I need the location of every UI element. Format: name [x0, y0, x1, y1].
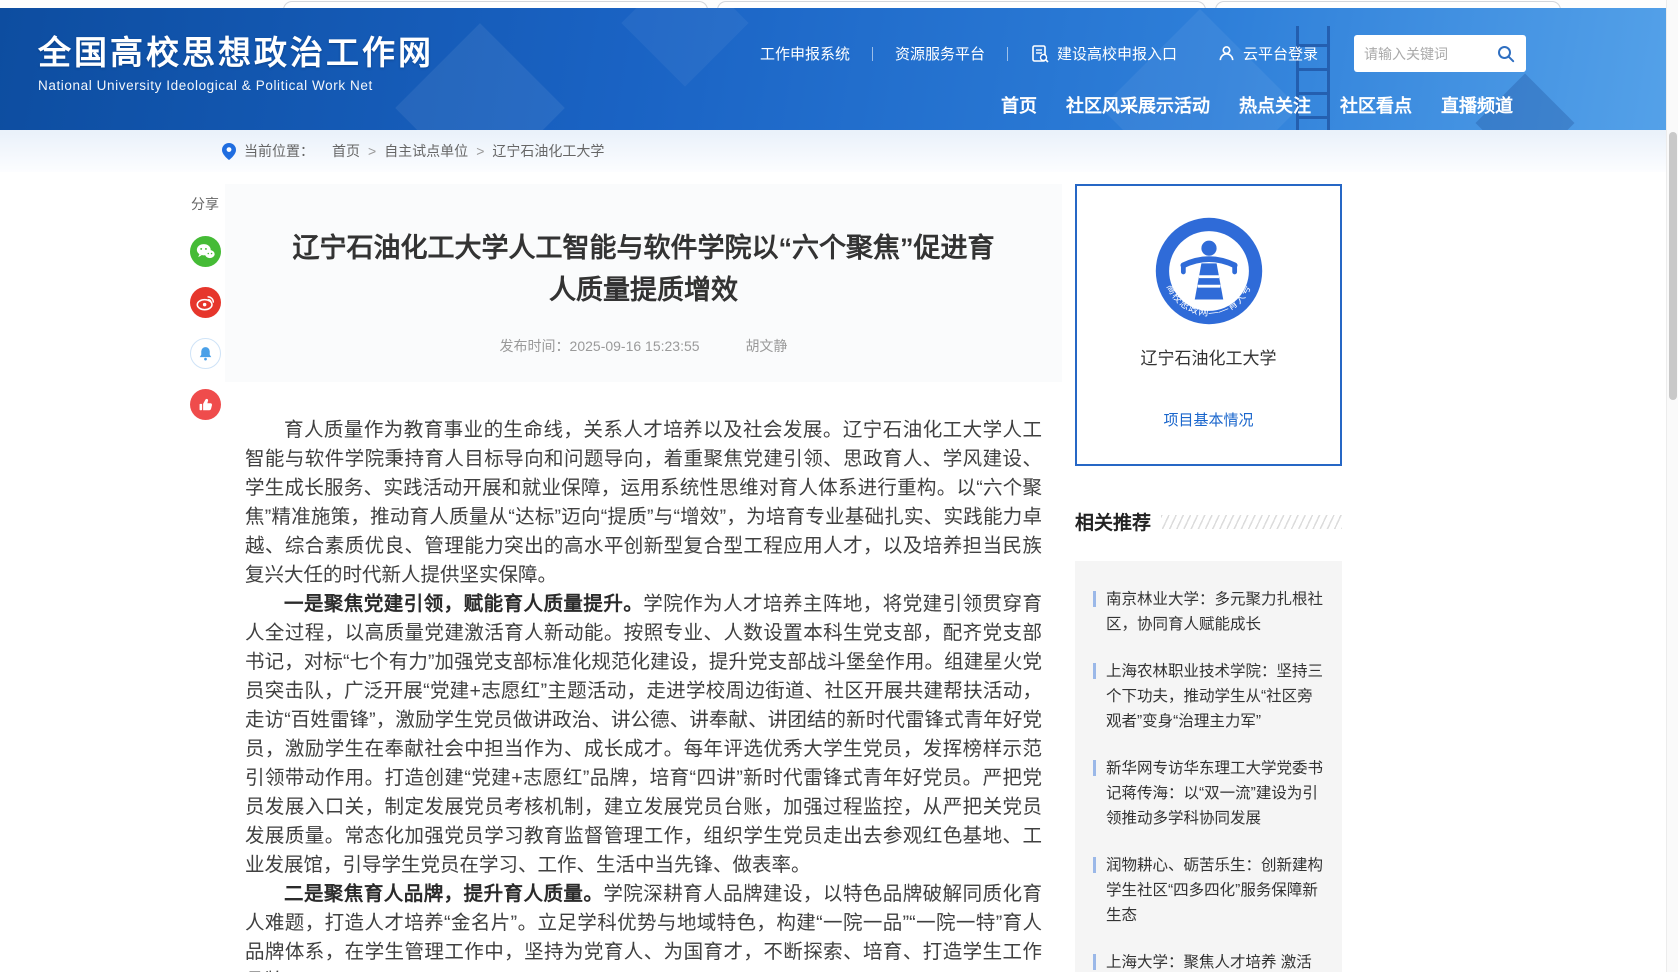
article: 辽宁石油化工大学人工智能与软件学院以“六个聚焦”促进育人质量提质增效 发布时间：…	[225, 184, 1062, 972]
utility-bar: 工作申报系统 资源服务平台 建设高校申报入口	[760, 35, 1526, 72]
search-icon[interactable]	[1496, 44, 1516, 64]
paragraph-text: 学院作为人才培养主阵地，将党建引领贯穿育人全过程，以高质量党建激活育人新动能。按…	[245, 593, 1042, 876]
nav-live-channel[interactable]: 直播频道	[1441, 92, 1513, 118]
related-item-text: 新华网专访华东理工大学党委书记蒋传海：以“双一流”建设为引领推动多学科协同发展	[1106, 760, 1323, 827]
site-header: 全国高校思想政治工作网 National University Ideologi…	[0, 8, 1678, 130]
link-work-report-system[interactable]: 工作申报系统	[760, 43, 850, 64]
breadcrumb-separator: >	[368, 143, 376, 159]
related-recommend-header: 相关推荐	[1075, 508, 1342, 535]
nav-community-highlights[interactable]: 社区看点	[1340, 92, 1412, 118]
item-accent-bar	[1093, 857, 1096, 873]
paragraph-lead: 二是聚焦育人品牌，提升育人质量。	[284, 883, 603, 905]
related-item[interactable]: 南京林业大学：多元聚力扎根社区，协同育人赋能成长	[1093, 587, 1324, 637]
stripes-decoration	[1161, 515, 1342, 529]
location-pin-icon	[222, 143, 236, 160]
breadcrumb: 当前位置： 首页 > 自主试点单位 > 辽宁石油化工大学	[0, 130, 1678, 172]
user-icon	[1217, 44, 1236, 63]
header-decoration	[621, 8, 748, 87]
school-card: 高校思政网——育人号 辽宁石油化工大学 项目基本情况	[1075, 184, 1342, 466]
publish-time-label: 发布时间：	[500, 338, 570, 354]
publish-time-value: 2025-09-16 15:23:55	[570, 338, 700, 354]
link-cloud-login[interactable]: 云平台登录	[1217, 43, 1318, 64]
document-search-icon	[1030, 44, 1050, 64]
related-item[interactable]: 上海农林职业技术学院：坚持三个下功夫，推动学生从“社区旁观者”变身“治理主力军”	[1093, 659, 1324, 734]
site-logo-title: 全国高校思想政治工作网	[38, 26, 434, 74]
scrollbar-thumb[interactable]	[1669, 132, 1677, 400]
weibo-share-icon[interactable]	[190, 287, 221, 318]
item-accent-bar	[1093, 954, 1096, 970]
item-accent-bar	[1093, 760, 1096, 776]
search-box	[1354, 35, 1526, 72]
main-nav: 首页 社区风采展示活动 热点关注 社区看点 直播频道	[1001, 92, 1513, 118]
breadcrumb-separator: >	[476, 143, 484, 159]
related-item[interactable]: 润物耕心、砺苦乐生：创新建构学生社区“四多四化”服务保障新生态	[1093, 853, 1324, 928]
nav-hot-topics[interactable]: 热点关注	[1239, 92, 1311, 118]
wechat-share-icon[interactable]	[190, 236, 221, 267]
breadcrumb-label: 当前位置：	[244, 141, 314, 161]
breadcrumb-home[interactable]: 首页	[332, 141, 360, 161]
nav-home[interactable]: 首页	[1001, 92, 1037, 118]
site-logo[interactable]: 全国高校思想政治工作网 National University Ideologi…	[38, 26, 434, 93]
paragraph-lead: 一是聚焦党建引领，赋能育人质量提升。	[284, 593, 643, 615]
share-rail: 分享	[185, 184, 225, 440]
divider	[1007, 47, 1008, 61]
sidebar: 高校思政网——育人号 辽宁石油化工大学 项目基本情况 相关推荐 南京林业大学：多…	[1075, 184, 1342, 972]
related-item[interactable]: 上海大学：聚焦人才培养 激活社区微单元——“特色寝室”创建评选	[1093, 950, 1324, 972]
share-label: 分享	[191, 194, 219, 214]
article-paragraph: 育人质量作为教育事业的生命线，关系人才培养以及社会发展。辽宁石油化工大学人工智能…	[245, 416, 1042, 590]
breadcrumb-current-school[interactable]: 辽宁石油化工大学	[492, 141, 604, 161]
search-input[interactable]	[1364, 46, 1496, 62]
article-author: 胡文静	[745, 338, 787, 354]
page-content: 分享	[0, 172, 1678, 972]
school-badge-icon: 高校思政网——育人号	[1152, 214, 1266, 328]
school-name: 辽宁石油化工大学	[1087, 344, 1330, 369]
related-recommend-title: 相关推荐	[1075, 508, 1151, 535]
related-recommend-list: 南京林业大学：多元聚力扎根社区，协同育人赋能成长 上海农林职业技术学院：坚持三个…	[1075, 561, 1342, 972]
article-header: 辽宁石油化工大学人工智能与软件学院以“六个聚焦”促进育人质量提质增效 发布时间：…	[225, 184, 1062, 382]
link-school-apply-entry[interactable]: 建设高校申报入口	[1030, 43, 1177, 64]
article-body: 育人质量作为教育事业的生命线，关系人才培养以及社会发展。辽宁石油化工大学人工智能…	[225, 382, 1062, 972]
site-logo-subtitle: National University Ideological & Politi…	[38, 78, 434, 93]
related-item-text: 上海农林职业技术学院：坚持三个下功夫，推动学生从“社区旁观者”变身“治理主力军”	[1106, 663, 1323, 730]
project-info-link[interactable]: 项目基本情况	[1163, 409, 1253, 430]
paragraph-text: 育人质量作为教育事业的生命线，关系人才培养以及社会发展。辽宁石油化工大学人工智能…	[245, 419, 1042, 586]
related-item-text: 润物耕心、砺苦乐生：创新建构学生社区“四多四化”服务保障新生态	[1106, 857, 1323, 924]
item-accent-bar	[1093, 591, 1096, 607]
article-title: 辽宁石油化工大学人工智能与软件学院以“六个聚焦”促进育人质量提质增效	[280, 228, 1007, 312]
link-resource-platform[interactable]: 资源服务平台	[895, 43, 985, 64]
browser-tab-strip	[0, 0, 1678, 8]
related-item-text: 南京林业大学：多元聚力扎根社区，协同育人赋能成长	[1106, 591, 1323, 633]
article-paragraph: 二是聚焦育人品牌，提升育人质量。学院深耕育人品牌建设，以特色品牌破解同质化育人难…	[245, 880, 1042, 972]
page-scrollbar[interactable]	[1666, 0, 1678, 972]
article-meta: 发布时间：2025-09-16 15:23:55 胡文静	[280, 336, 1007, 356]
related-item-text: 上海大学：聚焦人才培养 激活社区微单元——“特色寝室”创建评选	[1106, 954, 1318, 972]
related-item[interactable]: 新华网专访华东理工大学党委书记蒋传海：以“双一流”建设为引领推动多学科协同发展	[1093, 756, 1324, 831]
breadcrumb-pilot-units[interactable]: 自主试点单位	[384, 141, 468, 161]
thumbs-up-share-icon[interactable]	[190, 389, 221, 420]
divider	[872, 47, 873, 61]
nav-community-showcase[interactable]: 社区风采展示活动	[1066, 92, 1210, 118]
article-paragraph: 一是聚焦党建引领，赋能育人质量提升。学院作为人才培养主阵地，将党建引领贯穿育人全…	[245, 590, 1042, 880]
qq-bell-share-icon[interactable]	[190, 338, 221, 369]
item-accent-bar	[1093, 663, 1096, 679]
